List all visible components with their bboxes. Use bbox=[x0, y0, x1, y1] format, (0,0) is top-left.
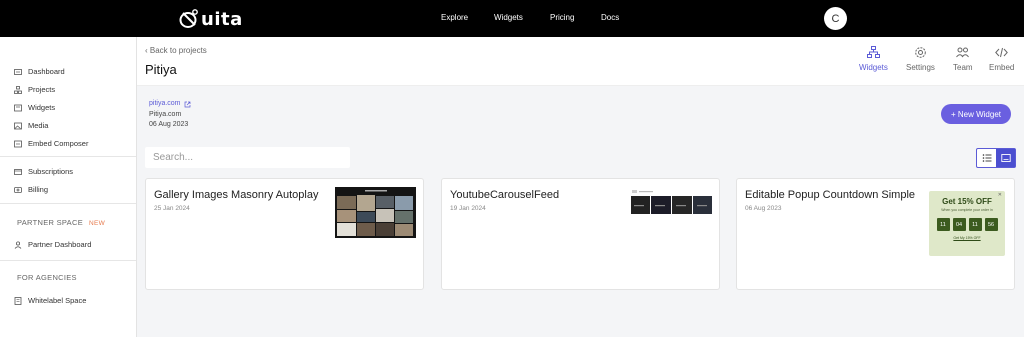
sidebar-divider bbox=[0, 260, 136, 261]
subscriptions-icon bbox=[14, 168, 22, 175]
for-agencies-heading: FOR AGENCIES bbox=[17, 273, 77, 282]
widget-card[interactable]: YoutubeCarouselFeed 19 Jan 2024 bbox=[441, 178, 720, 290]
user-avatar[interactable]: C bbox=[824, 7, 847, 30]
gallery-preview-thumbnail bbox=[335, 187, 416, 238]
sidebar-item-label: Media bbox=[28, 121, 49, 130]
youtube-carousel-thumbnail bbox=[631, 189, 712, 216]
close-icon: ✕ bbox=[997, 192, 1002, 198]
sidebar-item-label: Billing bbox=[28, 185, 49, 194]
brand-logo[interactable]: uita bbox=[178, 6, 243, 32]
project-name: Pitiya.com bbox=[149, 110, 182, 118]
search-input[interactable] bbox=[145, 147, 350, 168]
widgets-icon bbox=[14, 104, 22, 111]
sidebar-item-partner-dashboard[interactable]: Partner Dashboard bbox=[14, 240, 91, 249]
promo-headline: Get 15% OFF bbox=[942, 197, 992, 206]
widget-card[interactable]: Gallery Images Masonry Autoplay 25 Jan 2… bbox=[145, 178, 424, 290]
sidebar-item-media[interactable]: Media bbox=[14, 121, 48, 130]
back-label: Back to projects bbox=[149, 46, 207, 55]
tab-label: Team bbox=[953, 63, 973, 72]
countdown-box: 11 bbox=[968, 218, 982, 231]
widget-date: 19 Jan 2024 bbox=[450, 205, 486, 212]
sidebar-item-label: Subscriptions bbox=[28, 167, 74, 176]
promo-cta: Get My 15% OFF bbox=[953, 236, 981, 240]
widget-title: Editable Popup Countdown Simple bbox=[745, 189, 916, 201]
whitelabel-icon bbox=[14, 296, 22, 305]
sidebar-item-label: Embed Composer bbox=[28, 139, 89, 148]
page-title: Pitiya bbox=[145, 62, 177, 77]
nav-explore[interactable]: Explore bbox=[441, 13, 468, 22]
sidebar-item-label: Widgets bbox=[28, 103, 56, 112]
sidebar: Dashboard Projects Widgets Media Embed C… bbox=[0, 37, 137, 337]
tab-team[interactable]: Team bbox=[953, 46, 973, 72]
nav-docs[interactable]: Docs bbox=[601, 13, 619, 22]
sidebar-item-widgets[interactable]: Widgets bbox=[14, 103, 55, 112]
section-label: PARTNER SPACE bbox=[17, 218, 83, 227]
project-created-date: 06 Aug 2023 bbox=[149, 121, 189, 128]
sidebar-item-dashboard[interactable]: Dashboard bbox=[14, 67, 65, 76]
grid-view-button[interactable] bbox=[996, 149, 1015, 167]
project-domain: pitiya.com bbox=[149, 100, 181, 107]
sidebar-item-label: Whitelabel Space bbox=[28, 296, 87, 305]
sidebar-item-billing[interactable]: Billing bbox=[14, 185, 48, 194]
widget-title: Gallery Images Masonry Autoplay bbox=[154, 189, 319, 201]
countdown-box: 56 bbox=[984, 218, 998, 231]
countdown-box: 11 bbox=[936, 218, 950, 231]
nav-pricing[interactable]: Pricing bbox=[550, 13, 574, 22]
widgets-tree-icon bbox=[866, 46, 880, 58]
countdown-boxes: 11 04 11 56 bbox=[929, 218, 1005, 231]
new-widget-button[interactable]: + New Widget bbox=[941, 104, 1011, 124]
sidebar-item-embed-composer[interactable]: Embed Composer bbox=[14, 139, 88, 148]
widget-date: 06 Aug 2023 bbox=[745, 205, 782, 212]
project-info: pitiya.com Pitiya.com 06 Aug 2023 bbox=[149, 99, 191, 131]
sidebar-item-projects[interactable]: Projects bbox=[14, 85, 55, 94]
user-icon bbox=[14, 240, 22, 249]
list-view-button[interactable] bbox=[977, 149, 996, 167]
brand-name: uita bbox=[201, 8, 243, 30]
tab-settings[interactable]: Settings bbox=[906, 46, 935, 72]
partner-space-heading: PARTNER SPACE NEW bbox=[17, 218, 105, 227]
tab-label: Settings bbox=[906, 63, 935, 72]
list-icon bbox=[982, 154, 991, 162]
project-domain-link[interactable]: pitiya.com bbox=[149, 99, 191, 110]
sidebar-divider bbox=[0, 203, 136, 204]
new-badge: NEW bbox=[89, 220, 106, 227]
card-view-icon bbox=[1000, 154, 1011, 162]
nav-widgets[interactable]: Widgets bbox=[494, 13, 523, 22]
sidebar-divider bbox=[0, 156, 136, 157]
dashboard-icon bbox=[14, 68, 22, 75]
gear-icon bbox=[915, 47, 926, 58]
logo-icon bbox=[179, 9, 198, 28]
back-to-projects-link[interactable]: ‹ Back to projects bbox=[145, 46, 207, 55]
tab-label: Widgets bbox=[859, 63, 888, 72]
widget-title: YoutubeCarouselFeed bbox=[450, 189, 560, 201]
media-icon bbox=[14, 122, 22, 129]
popup-preview-thumbnail: ✕ Get 15% OFF When you complete your ord… bbox=[929, 191, 1005, 256]
countdown-box: 04 bbox=[952, 218, 966, 231]
sidebar-item-label: Partner Dashboard bbox=[28, 240, 92, 249]
tab-label: Embed bbox=[989, 63, 1015, 72]
sidebar-item-subscriptions[interactable]: Subscriptions bbox=[14, 167, 73, 176]
billing-icon bbox=[14, 186, 22, 193]
sidebar-item-label: Projects bbox=[28, 85, 56, 94]
top-navbar: uita Explore Widgets Pricing Docs C bbox=[0, 0, 1024, 37]
external-link-icon bbox=[184, 101, 190, 108]
tab-widgets[interactable]: Widgets bbox=[859, 46, 888, 72]
widget-card[interactable]: Editable Popup Countdown Simple 06 Aug 2… bbox=[736, 178, 1015, 290]
tab-embed[interactable]: Embed bbox=[989, 46, 1014, 72]
sidebar-item-label: Dashboard bbox=[28, 67, 65, 76]
view-toggle bbox=[976, 148, 1016, 168]
widget-date: 25 Jan 2024 bbox=[154, 205, 190, 212]
code-icon bbox=[995, 47, 1009, 58]
team-icon bbox=[956, 47, 970, 58]
embed-composer-icon bbox=[14, 140, 22, 147]
promo-subtext: When you complete your order in bbox=[941, 208, 993, 212]
page-header: ‹ Back to projects Pitiya Widgets Settin… bbox=[137, 37, 1024, 86]
sidebar-item-whitelabel-space[interactable]: Whitelabel Space bbox=[14, 296, 86, 305]
projects-icon bbox=[14, 85, 22, 94]
